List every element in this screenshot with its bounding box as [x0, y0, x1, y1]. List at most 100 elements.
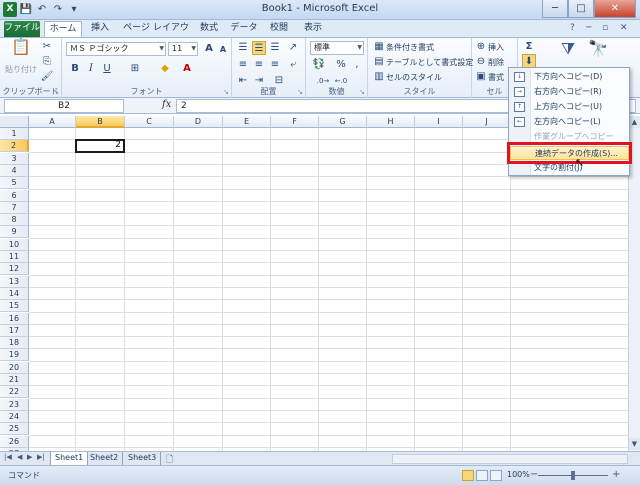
help-icon[interactable]: ?	[570, 23, 575, 33]
row-header-23[interactable]: 23	[0, 398, 29, 411]
fill-right-item[interactable]: → 右方向へコピー(R)	[510, 85, 629, 99]
row-header-25[interactable]: 25	[0, 423, 29, 436]
align-right-icon[interactable]: ≡	[268, 58, 282, 72]
row-header-20[interactable]: 20	[0, 361, 29, 374]
format-painter-icon[interactable]: 🖌	[40, 70, 54, 84]
row-header-13[interactable]: 13	[0, 275, 29, 288]
autosum-button[interactable]: Σ	[522, 40, 536, 54]
horizontal-scrollbar[interactable]	[392, 454, 628, 464]
format-cells-icon[interactable]: ▣	[474, 70, 488, 84]
zoom-in-icon[interactable]: +	[612, 469, 620, 480]
fill-icon[interactable]: ⬇	[522, 54, 536, 68]
sheet-tab-sheet1[interactable]: Sheet1	[50, 452, 89, 465]
insert-function-button[interactable]: fx	[162, 99, 171, 110]
column-header-f[interactable]: F	[271, 116, 319, 128]
prev-sheet-icon[interactable]: ◀	[17, 453, 22, 461]
row-header-22[interactable]: 22	[0, 386, 29, 399]
paste-icon[interactable]: 📋	[10, 39, 32, 60]
row-header-9[interactable]: 9	[0, 226, 29, 239]
align-center-icon[interactable]: ≡	[252, 58, 266, 72]
number-launcher-icon[interactable]: ↘	[359, 88, 365, 96]
column-header-a[interactable]: A	[29, 116, 76, 128]
row-header-15[interactable]: 15	[0, 300, 29, 313]
conditional-format-icon[interactable]: ▦	[372, 40, 386, 54]
restore-icon[interactable]: ▫	[602, 23, 608, 33]
border-icon[interactable]: ⊞	[128, 62, 142, 76]
row-header-11[interactable]: 11	[0, 251, 29, 263]
row-header-21[interactable]: 21	[0, 374, 29, 386]
column-header-e[interactable]: E	[223, 116, 271, 128]
align-bottom-icon[interactable]: ☰	[268, 41, 282, 55]
bold-button[interactable]: B	[68, 62, 82, 76]
ribbon-minimize-icon[interactable]: ─	[586, 23, 591, 33]
underline-button[interactable]: U	[100, 62, 114, 76]
tab-formulas[interactable]: 数式	[194, 21, 224, 37]
tab-view[interactable]: 表示	[298, 21, 328, 37]
wrap-text-icon[interactable]: ⤶	[286, 58, 300, 72]
italic-button[interactable]: I	[84, 62, 98, 76]
minimize-button[interactable]: ─	[542, 0, 568, 18]
tab-file[interactable]: ファイル	[4, 21, 40, 37]
percent-button[interactable]: %	[334, 58, 348, 72]
copy-icon[interactable]: ⎘	[40, 55, 54, 69]
format-as-table-button[interactable]: テーブルとして書式設定	[386, 57, 473, 68]
zoom-level[interactable]: 100%	[507, 470, 530, 479]
delete-cells-button[interactable]: 削除	[488, 57, 504, 68]
scroll-down-icon[interactable]: ▼	[629, 438, 640, 450]
grow-font-button[interactable]: A	[202, 42, 216, 56]
workbook-close-icon[interactable]: ✕	[620, 23, 628, 33]
format-cells-button[interactable]: 書式	[488, 72, 504, 83]
paste-button[interactable]: 貼り付け	[5, 64, 37, 75]
row-header-4[interactable]: 4	[0, 164, 29, 177]
font-color-icon[interactable]: A	[180, 62, 194, 76]
fill-left-item[interactable]: ← 左方向へコピー(L)	[510, 115, 629, 129]
fill-color-icon[interactable]: ◆	[158, 62, 172, 76]
row-header-1[interactable]: 1	[0, 128, 29, 140]
normal-view-icon[interactable]	[462, 470, 474, 481]
find-select-icon[interactable]: 🔭	[588, 41, 608, 62]
sheet-tab-sheet3[interactable]: Sheet3	[124, 452, 162, 465]
next-sheet-icon[interactable]: ▶	[27, 453, 32, 461]
font-launcher-icon[interactable]: ↘	[223, 88, 229, 96]
clipboard-launcher-icon[interactable]: ↘	[53, 88, 59, 96]
align-left-icon[interactable]: ≡	[236, 58, 250, 72]
cell-styles-button[interactable]: セルのスタイル	[386, 72, 442, 83]
align-top-icon[interactable]: ☰	[236, 41, 250, 55]
close-button[interactable]: ✕	[594, 0, 636, 18]
row-header-26[interactable]: 26	[0, 435, 29, 448]
select-all-corner[interactable]	[0, 116, 29, 128]
tab-home[interactable]: ホーム	[44, 21, 82, 37]
page-break-view-icon[interactable]	[490, 470, 502, 481]
row-header-12[interactable]: 12	[0, 263, 29, 276]
tab-review[interactable]: 校閲	[264, 21, 294, 37]
maximize-button[interactable]: □	[568, 0, 594, 18]
orientation-icon[interactable]: ↗	[286, 41, 300, 55]
font-name-combo[interactable]: ＭＳ Ｐゴシック ▼	[66, 42, 166, 56]
column-header-c[interactable]: C	[125, 116, 174, 128]
column-header-h[interactable]: H	[367, 116, 415, 128]
comma-button[interactable]: ,	[350, 58, 364, 72]
column-header-b[interactable]: B	[76, 116, 125, 128]
row-header-6[interactable]: 6	[0, 189, 29, 202]
insert-cells-icon[interactable]: ⊕	[474, 40, 488, 54]
number-format-combo[interactable]: 標準 ▼	[310, 41, 364, 55]
scroll-up-icon[interactable]: ▲	[629, 116, 640, 128]
currency-icon[interactable]: 💱	[312, 58, 326, 72]
sheet-tab-sheet2[interactable]: Sheet2	[86, 452, 124, 465]
name-box[interactable]: B2	[4, 99, 124, 113]
column-header-d[interactable]: D	[174, 116, 223, 128]
row-header-19[interactable]: 19	[0, 349, 29, 362]
first-sheet-icon[interactable]: |◀	[4, 453, 12, 461]
zoom-slider-thumb[interactable]	[571, 471, 575, 480]
column-header-i[interactable]: I	[415, 116, 463, 128]
tab-insert[interactable]: 挿入	[84, 21, 116, 37]
delete-cells-icon[interactable]: ⊖	[474, 55, 488, 69]
row-header-18[interactable]: 18	[0, 337, 29, 350]
row-header-8[interactable]: 8	[0, 214, 29, 227]
row-header-3[interactable]: 3	[0, 152, 29, 165]
row-header-24[interactable]: 24	[0, 410, 29, 423]
fill-up-item[interactable]: ↑ 上方向へコピー(U)	[510, 100, 629, 114]
conditional-format-button[interactable]: 条件付き書式	[386, 42, 434, 53]
format-as-table-icon[interactable]: ▤	[372, 55, 386, 69]
row-header-10[interactable]: 10	[0, 238, 29, 251]
